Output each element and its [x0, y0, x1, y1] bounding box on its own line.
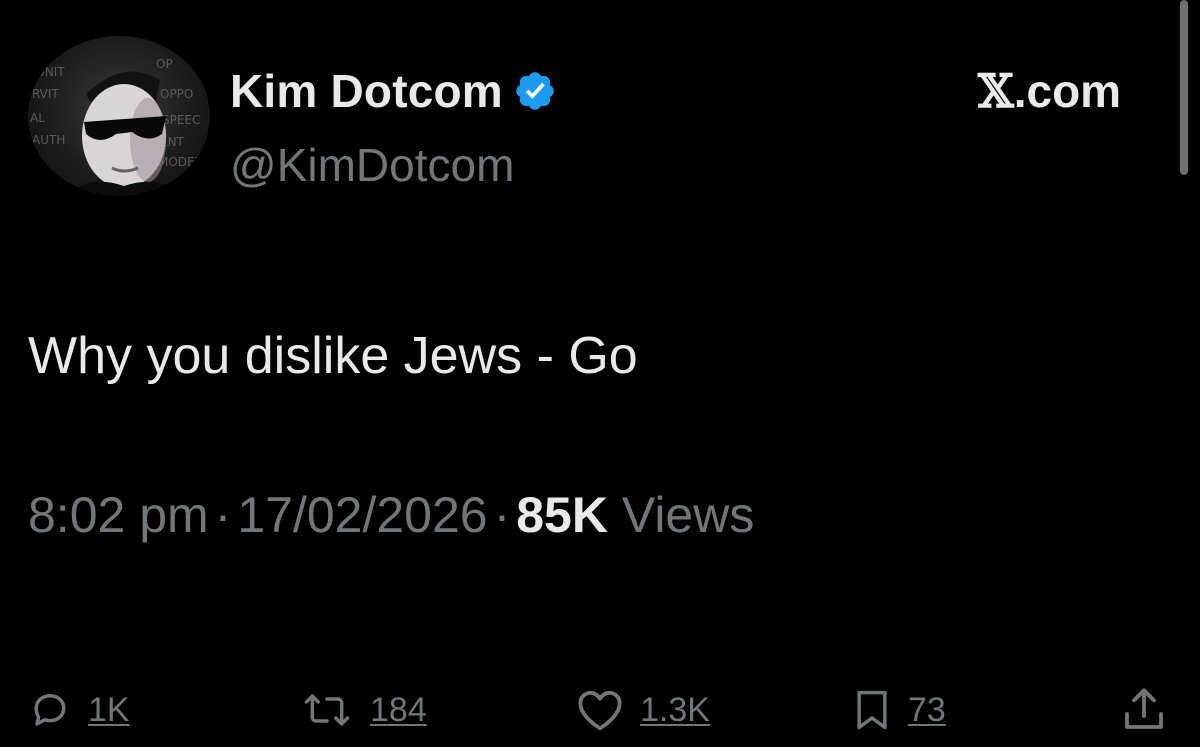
share-icon — [1125, 688, 1163, 729]
avatar[interactable]: UNIT RVIT AL AUTH OP OPPO SPEEC ENT MODE… — [28, 36, 210, 196]
like-button[interactable]: 1.3K — [576, 680, 710, 740]
bookmark-icon — [857, 690, 887, 730]
svg-text:AUTH: AUTH — [32, 133, 65, 147]
tweet-date[interactable]: 17/02/2026 — [237, 487, 487, 543]
reply-icon — [34, 693, 66, 726]
avatar-image: UNIT RVIT AL AUTH OP OPPO SPEEC ENT MODE… — [30, 57, 202, 196]
like-icon — [578, 690, 622, 731]
action-bar: 1K 184 1.3K 73 — [0, 680, 1200, 740]
svg-text:RVIT: RVIT — [32, 87, 59, 101]
x-logo-glyph: 𝕏 — [978, 64, 1014, 118]
like-count: 1.3K — [640, 690, 710, 729]
meta-separator: · — [214, 487, 232, 543]
meta-separator: · — [493, 487, 511, 543]
reply-button[interactable]: 1K — [28, 680, 130, 740]
author-name-row: Kim Dotcom — [230, 62, 557, 120]
svg-text:AL: AL — [30, 111, 45, 125]
bookmark-count: 73 — [908, 690, 946, 729]
views-label: Views — [621, 487, 755, 543]
scrollbar-thumb[interactable] — [1180, 0, 1188, 175]
author-handle[interactable]: @KimDotcom — [230, 138, 514, 192]
repost-button[interactable]: 184 — [300, 680, 427, 740]
reply-count: 1K — [88, 690, 130, 729]
tweet-time[interactable]: 8:02 pm — [28, 487, 209, 543]
views-count: 85K — [516, 487, 608, 543]
tweet-meta: 8:02 pm · 17/02/2026 · 85K Views — [28, 486, 754, 544]
tweet-text: Why you dislike Jews - Go — [28, 327, 638, 385]
verified-badge-icon — [513, 69, 557, 113]
svg-text:SPEEC: SPEEC — [162, 113, 200, 127]
repost-count: 184 — [370, 690, 427, 729]
tweet-card: UNIT RVIT AL AUTH OP OPPO SPEEC ENT MODE… — [0, 0, 1200, 747]
svg-text:MODEL: MODEL — [158, 155, 202, 169]
svg-text:UNIT: UNIT — [36, 65, 65, 79]
x-logo-suffix: .com — [1013, 65, 1122, 117]
x-logo: 𝕏.com — [978, 64, 1121, 118]
svg-text:OPPO: OPPO — [160, 87, 193, 101]
bookmark-button[interactable]: 73 — [852, 680, 946, 740]
repost-icon — [304, 694, 350, 726]
author-display-name[interactable]: Kim Dotcom — [230, 64, 503, 118]
svg-text:OP: OP — [156, 57, 173, 71]
share-button[interactable] — [1122, 680, 1166, 740]
